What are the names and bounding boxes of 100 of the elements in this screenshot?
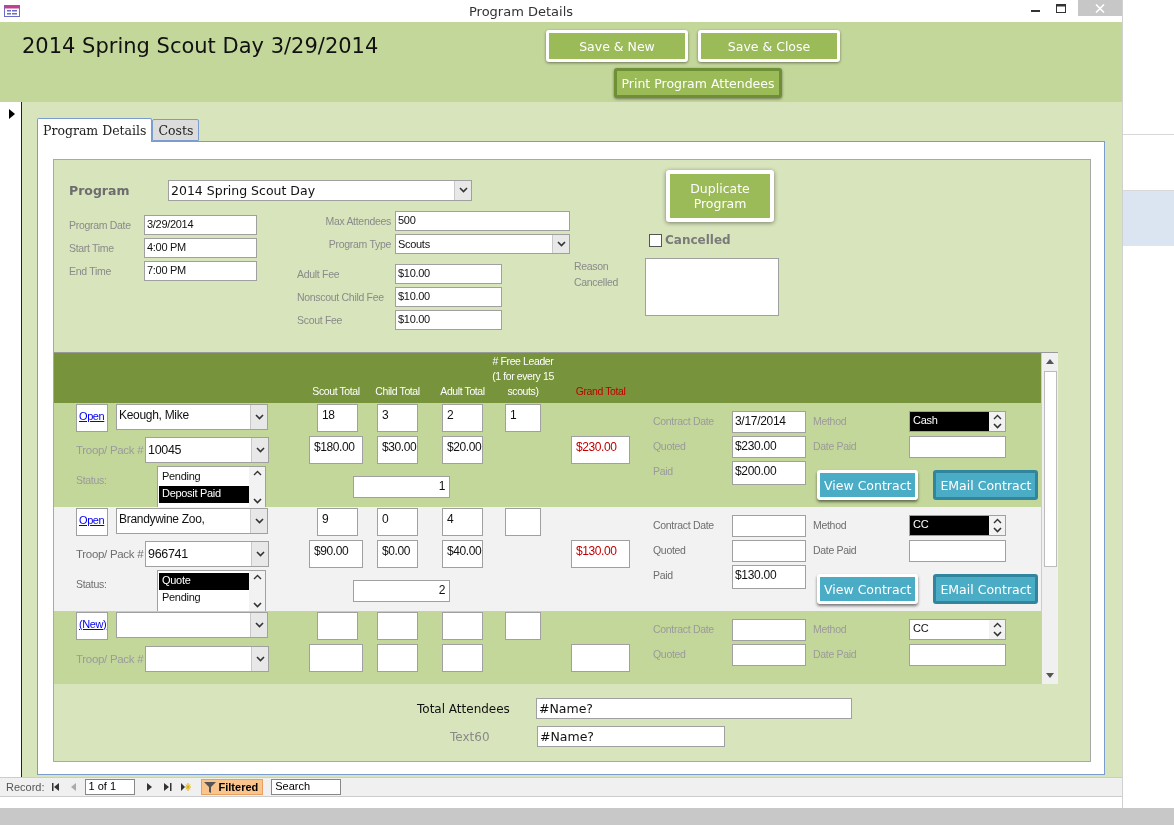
chevron-up-icon [992, 621, 1002, 628]
cost-field[interactable]: $90.00 [309, 540, 363, 568]
field-label: Max Attendees [324, 215, 392, 227]
date-field[interactable] [732, 619, 806, 641]
text-field[interactable]: 500 [395, 211, 570, 231]
chevron-up-icon [992, 517, 1002, 524]
text-field[interactable]: $10.00 [395, 264, 502, 284]
count-field[interactable]: 9 [317, 508, 358, 536]
count-field[interactable] [442, 612, 483, 640]
count-field[interactable] [505, 612, 541, 640]
date-field[interactable] [909, 436, 1006, 458]
scrollbar[interactable] [1041, 353, 1058, 684]
quoted-field[interactable]: $230.00 [732, 436, 806, 458]
program-combo[interactable]: 2014 Spring Scout Day [168, 179, 472, 201]
chevron-down-icon [254, 518, 264, 524]
count-field[interactable] [377, 612, 418, 640]
list-option[interactable]: Pending [159, 590, 249, 607]
field-label: Start Time [69, 242, 115, 254]
date-field[interactable] [909, 644, 1006, 666]
list-option[interactable]: Quote [159, 573, 249, 590]
count-field[interactable] [317, 612, 358, 640]
field-label: Method [812, 622, 848, 635]
total-label: Text60 [449, 729, 491, 744]
type-combo[interactable]: Scouts [395, 234, 570, 254]
list-option[interactable]: Deposit Paid [159, 486, 249, 503]
method-spinner[interactable]: CC [909, 515, 1006, 536]
text-field[interactable]: $10.00 [395, 287, 502, 307]
tab[interactable]: Program Details [37, 118, 153, 142]
field-label: Paid [653, 464, 674, 477]
open-link[interactable]: Open [79, 514, 105, 526]
previous-icon [70, 783, 77, 791]
memo-field[interactable] [645, 258, 779, 316]
total-field[interactable]: #Name? [537, 726, 725, 747]
list-option[interactable]: Pending [159, 469, 249, 486]
cost-field[interactable]: $180.00 [309, 436, 363, 464]
checkbox[interactable] [649, 233, 662, 247]
count-field[interactable]: 0 [377, 508, 418, 536]
current-record-icon [9, 109, 15, 119]
count-field[interactable]: 2 [442, 404, 483, 432]
new-record-button[interactable] [178, 780, 193, 794]
field-label: Troop/ Pack # [76, 443, 145, 456]
troop-combo[interactable]: 10045 [145, 436, 269, 463]
chevron-down-icon [255, 550, 265, 557]
method-spinner[interactable]: CC [909, 619, 1006, 640]
count-field[interactable]: 3 [377, 404, 418, 432]
troop-combo[interactable]: 966741 [145, 540, 269, 567]
paid-field[interactable]: $200.00 [732, 461, 806, 485]
total-field[interactable]: #Name? [536, 698, 852, 719]
cost-field[interactable]: $40.00 [442, 540, 483, 568]
status-list[interactable]: Quote Pending [157, 570, 266, 612]
field-label: Contract Date [653, 414, 715, 427]
date-field[interactable]: 3/17/2014 [732, 411, 806, 433]
text-field[interactable]: 4:00 PM [144, 238, 257, 258]
tab[interactable]: Costs [152, 119, 200, 141]
cost-field[interactable] [377, 644, 418, 672]
quoted-field[interactable] [732, 644, 806, 666]
count-field[interactable]: 18 [317, 404, 358, 432]
quoted-field[interactable] [732, 540, 806, 562]
grand-total-field[interactable]: $130.00 [571, 540, 630, 568]
sequence-field[interactable]: 1 [353, 476, 450, 498]
search-field[interactable]: Search [271, 779, 342, 795]
count-field[interactable]: 1 [505, 404, 541, 432]
count-field[interactable] [505, 508, 541, 536]
text-field[interactable]: $10.00 [395, 310, 502, 330]
method-spinner[interactable]: Cash [909, 411, 1006, 432]
paid-field[interactable]: $130.00 [732, 565, 806, 589]
column-header: Scout Total [312, 384, 360, 399]
record-selector[interactable] [0, 102, 22, 777]
chevron-down-icon [255, 655, 265, 662]
grand-total-field[interactable] [571, 644, 630, 672]
record-position-field[interactable]: 1 of 1 [84, 779, 135, 795]
text-field[interactable]: 7:00 PM [144, 261, 257, 281]
form-title: 2014 Spring Scout Day 3/29/2014 [22, 33, 380, 60]
count-field[interactable]: 4 [442, 508, 483, 536]
contact-combo[interactable] [116, 612, 268, 638]
status-list[interactable]: Pending Deposit Paid [157, 466, 266, 508]
column-header: Adult Total [440, 384, 485, 399]
cost-field[interactable]: $20.00 [442, 436, 483, 464]
cost-field[interactable]: $30.00 [377, 436, 418, 464]
date-field[interactable] [732, 515, 806, 537]
contact-combo[interactable]: Keough, Mike [116, 404, 268, 430]
contact-combo[interactable]: Brandywine Zoo, [116, 508, 268, 534]
chevron-down-icon [252, 498, 262, 504]
date-field[interactable] [909, 540, 1006, 562]
last-record-icon [163, 783, 172, 791]
troop-combo[interactable] [145, 645, 269, 672]
grand-total-field[interactable]: $230.00 [571, 436, 630, 464]
field-label: Paid [653, 568, 674, 581]
text-field[interactable]: 3/29/2014 [144, 215, 257, 235]
cost-field[interactable]: $0.00 [377, 540, 418, 568]
filter-button[interactable]: Filtered [200, 779, 264, 795]
cost-field[interactable] [442, 644, 483, 672]
cost-field[interactable] [309, 644, 363, 672]
sequence-field[interactable]: 2 [353, 580, 450, 602]
chevron-down-icon [992, 423, 1002, 430]
open-link[interactable]: (New) [79, 618, 107, 630]
chevron-down-icon [252, 602, 262, 608]
chevron-down-icon [992, 631, 1002, 638]
chevron-down-icon [556, 241, 566, 247]
open-link[interactable]: Open [79, 410, 105, 422]
